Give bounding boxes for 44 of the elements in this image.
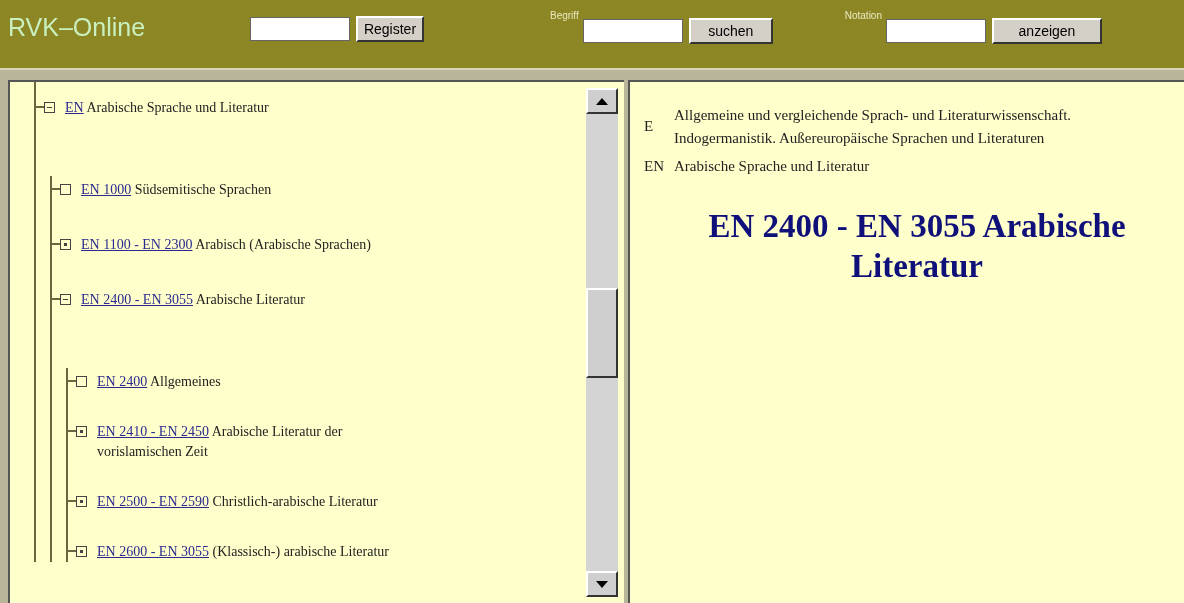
tree-item-text: EN 2400 - EN 3055 Arabische Literatur (81, 291, 305, 309)
field-label: Begriff (550, 9, 579, 23)
notation-link[interactable]: EN (65, 100, 84, 115)
notation-link[interactable]: EN 1000 (81, 182, 132, 197)
collapse-icon[interactable] (44, 102, 55, 113)
tree-item-text: EN 2410 - EN 2450 Arabische Literatur der vorislamischen Zeit (97, 423, 344, 461)
scroll-down-button[interactable] (586, 571, 618, 597)
collapse-icon[interactable] (60, 294, 71, 305)
down-arrow-icon (596, 580, 608, 588)
tree-item-text: EN 2500 - EN 2590 Christlich-arabische Literatur (97, 493, 378, 511)
notation-code: EN (644, 157, 665, 176)
notation-link[interactable]: EN 2410 - EN 2450 (97, 424, 209, 439)
empty-box-icon[interactable] (76, 376, 87, 387)
button[interactable]: Register (356, 16, 424, 42)
app-title: RVK–Online (8, 12, 147, 42)
button[interactable]: suchen (688, 18, 773, 44)
empty-box-icon[interactable] (60, 184, 71, 195)
breadcrumb-text: Allgemeine und vergleichende Sprach- und Literaturwissenschaft. Indogermanistik. Außereuropäische Sprachen und Literaturen (674, 106, 1073, 148)
field-label: Notation (844, 9, 882, 23)
expand-icon[interactable] (76, 426, 87, 437)
notation-link[interactable]: EN 2600 - EN 3055 (97, 544, 209, 559)
expand-icon[interactable] (60, 239, 71, 250)
breadcrumb-text: Arabische Sprache und Literatur (674, 157, 870, 176)
heading: EN 2400 - EN 3055 Arabische Literatur (707, 206, 1127, 286)
tree-item-text: EN 1000 Südsemitische Sprachen (81, 181, 272, 199)
tree-item-text: EN 1100 - EN 2300 Arabisch (Arabische Sprachen) (81, 236, 371, 254)
button[interactable]: anzeigen (992, 18, 1102, 44)
notation-link[interactable]: EN 1100 - EN 2300 (81, 237, 193, 252)
up-arrow-icon (596, 97, 608, 105)
register-field[interactable] (250, 17, 350, 41)
search-field[interactable] (582, 19, 683, 43)
scroll-thumb[interactable] (586, 288, 618, 378)
expand-icon[interactable] (76, 546, 87, 557)
scrollbar[interactable] (586, 88, 618, 597)
scroll-up-button[interactable] (586, 88, 618, 114)
tree-item-text: EN 2400 Allgemeines (97, 373, 221, 391)
notation-link[interactable]: EN 2400 - EN 3055 (81, 292, 193, 307)
notation-link[interactable]: EN 2400 (97, 374, 148, 389)
notation-link[interactable]: EN 2500 - EN 2590 (97, 494, 209, 509)
tree-item-text: EN Arabische Sprache und Literatur (65, 99, 269, 117)
expand-icon[interactable] (76, 496, 87, 507)
tree-item-text: EN 2600 - EN 3055 (Klassisch-) arabische Literatur (97, 543, 389, 561)
notation-field[interactable] (886, 19, 986, 43)
notation-code: E (644, 117, 655, 137)
